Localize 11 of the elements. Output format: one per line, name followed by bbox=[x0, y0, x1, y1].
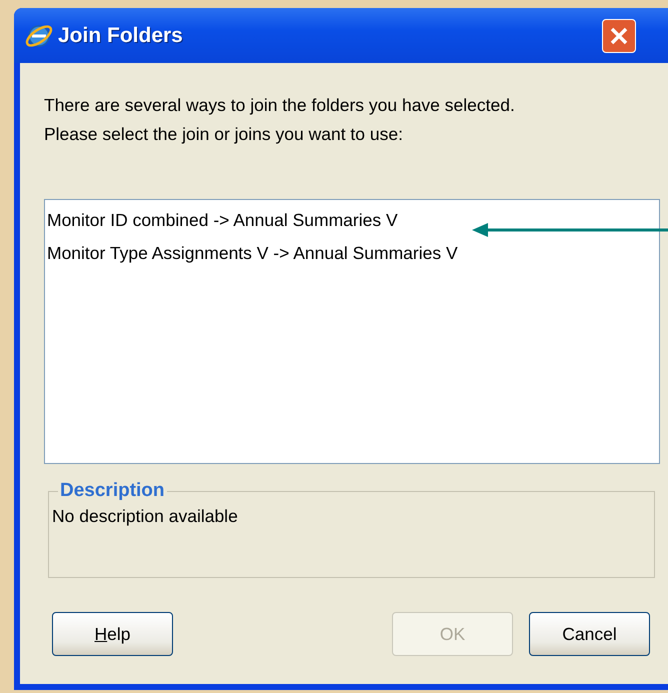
instruction-text: There are several ways to join the folders you have selected. bbox=[44, 94, 516, 117]
description-text: No description available bbox=[52, 506, 239, 527]
instruction-text: Please select the join or joins you want to use: bbox=[44, 123, 404, 146]
group-legend: Description bbox=[58, 480, 167, 502]
join-list[interactable]: Monitor ID combined -> Annual Summaries V Monitor Type Assignments V -> Annual Summaries V bbox=[44, 199, 660, 464]
join-list-item[interactable]: Monitor Type Assignments V -> Annual Summaries V bbox=[47, 237, 657, 270]
dialog-button[interactable]: Help bbox=[52, 612, 173, 656]
close-button[interactable] bbox=[602, 18, 636, 52]
join-list-item[interactable]: Monitor ID combined -> Annual Summaries V bbox=[47, 204, 657, 237]
window-title: Join Folders bbox=[58, 24, 183, 48]
dialog-button[interactable]: Cancel bbox=[529, 612, 650, 656]
